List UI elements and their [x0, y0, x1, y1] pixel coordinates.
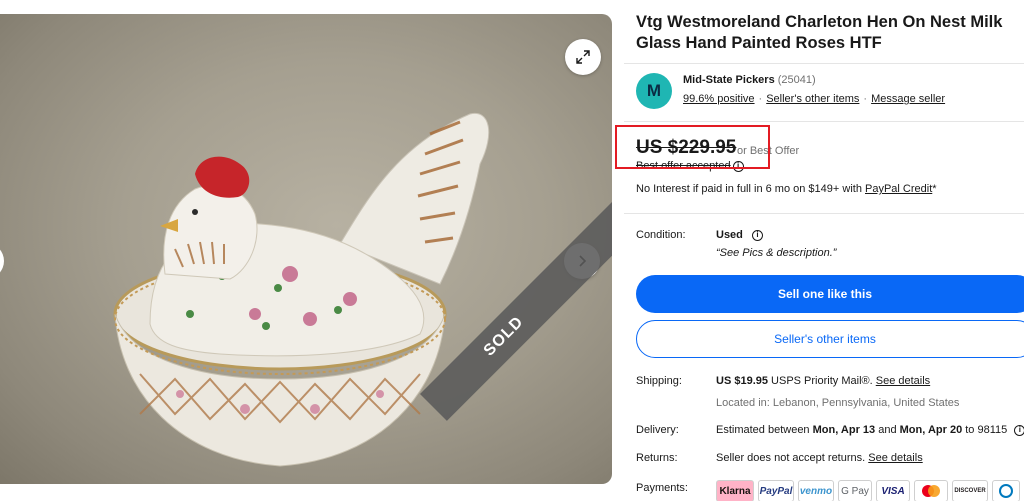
delivery-suffix: to 98115	[962, 424, 1008, 436]
returns-details-link[interactable]: See details	[868, 452, 922, 464]
payment-methods: Klarna PayPal venmo G Pay VISA DISCOVER	[716, 480, 1020, 501]
message-seller-link[interactable]: Message seller	[871, 93, 945, 105]
expand-image-button[interactable]	[565, 39, 601, 75]
shipping-details-link[interactable]: See details	[876, 375, 930, 387]
condition-label: Condition:	[636, 229, 686, 241]
condition-value-text: Used	[716, 229, 743, 241]
hen-on-nest-image	[113, 112, 490, 467]
sell-one-like-this-button[interactable]: Sell one like this	[636, 275, 1024, 313]
seller-name[interactable]: Mid-State Pickers	[683, 74, 775, 86]
seller-name-line: Mid-State Pickers (25041)	[683, 74, 816, 86]
returns-text: Seller does not accept returns.	[716, 452, 866, 464]
diners-club-logo	[992, 480, 1020, 501]
separator: ·	[758, 93, 763, 105]
shipping-price: US $19.95	[716, 375, 768, 387]
paypal-credit-link[interactable]: PayPal Credit	[865, 183, 932, 195]
discover-logo: DISCOVER	[952, 480, 988, 501]
payments-label: Payments:	[636, 482, 688, 494]
info-icon[interactable]: i	[751, 229, 763, 241]
returns-value: Seller does not accept returns. See deta…	[716, 452, 923, 464]
shipping-value: US $19.95 USPS Priority Mail®. See detai…	[716, 375, 930, 387]
seller-links: 99.6% positive · Seller's other items · Mess…	[683, 93, 945, 105]
condition-note: “See Pics & description.”	[716, 247, 837, 259]
sell-one-like-this-label: Sell one like this	[777, 287, 873, 301]
expand-icon	[576, 50, 590, 64]
divider	[624, 63, 1024, 64]
paypal-logo: PayPal	[758, 480, 794, 501]
paypal-credit-line: No Interest if paid in full in 6 mo on $…	[636, 183, 937, 195]
credit-suffix: *	[932, 183, 937, 195]
mastercard-logo	[914, 480, 948, 501]
credit-text: No Interest if paid in full in 6 mo on $…	[636, 183, 865, 195]
condition-value: Used i	[716, 229, 763, 241]
info-icon[interactable]: i	[1014, 424, 1024, 436]
seller-positive-link[interactable]: 99.6% positive	[683, 93, 755, 105]
product-image[interactable]: SOLD	[0, 14, 612, 484]
diners-club-icon	[999, 484, 1013, 498]
google-pay-logo: G Pay	[838, 480, 872, 501]
delivery-and: and	[875, 424, 900, 436]
item-location: Located in: Lebanon, Pennsylvania, Unite…	[716, 397, 960, 409]
delivery-prefix: Estimated between	[716, 424, 813, 436]
returns-label: Returns:	[636, 452, 678, 464]
separator: ·	[863, 93, 868, 105]
delivery-value: Estimated between Mon, Apr 13 and Mon, A…	[716, 424, 1024, 436]
sellers-other-items-button[interactable]: Seller's other items	[636, 320, 1024, 358]
sellers-other-items-label: Seller's other items	[774, 332, 876, 346]
mastercard-icon	[922, 485, 940, 497]
price-highlight-box	[615, 125, 770, 169]
shipping-service: USPS Priority Mail®.	[771, 375, 873, 387]
seller-avatar[interactable]: M	[636, 73, 672, 109]
delivery-label: Delivery:	[636, 424, 679, 436]
klarna-logo: Klarna	[716, 480, 754, 501]
seller-avatar-initial: M	[646, 81, 662, 100]
visa-logo: VISA	[876, 480, 910, 501]
delivery-to: Mon, Apr 20	[899, 424, 963, 436]
divider	[624, 213, 1024, 214]
listing-title: Vtg Westmoreland Charleton Hen On Nest M…	[636, 13, 1003, 52]
shipping-label: Shipping:	[636, 375, 682, 387]
seller-other-items-link[interactable]: Seller's other items	[766, 93, 859, 105]
venmo-logo: venmo	[798, 480, 834, 501]
delivery-from: Mon, Apr 13	[812, 424, 876, 436]
seller-feedback-count: (25041)	[777, 74, 816, 86]
divider	[624, 121, 1024, 122]
